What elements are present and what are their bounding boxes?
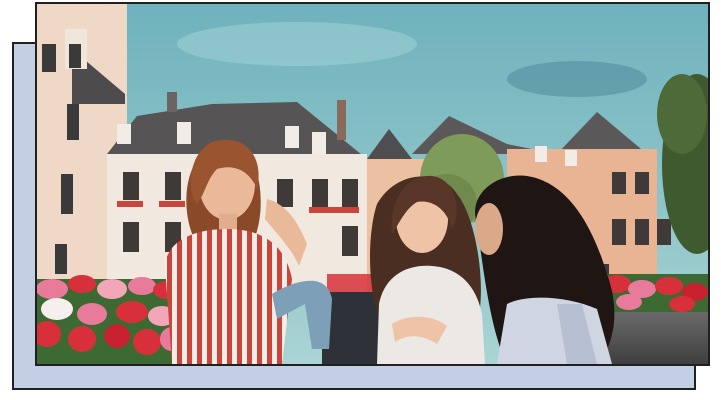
tulip-bed-left (37, 275, 184, 364)
photo-frame (35, 2, 710, 366)
photo (37, 4, 708, 364)
cloud (177, 22, 417, 66)
cloud (507, 61, 647, 97)
